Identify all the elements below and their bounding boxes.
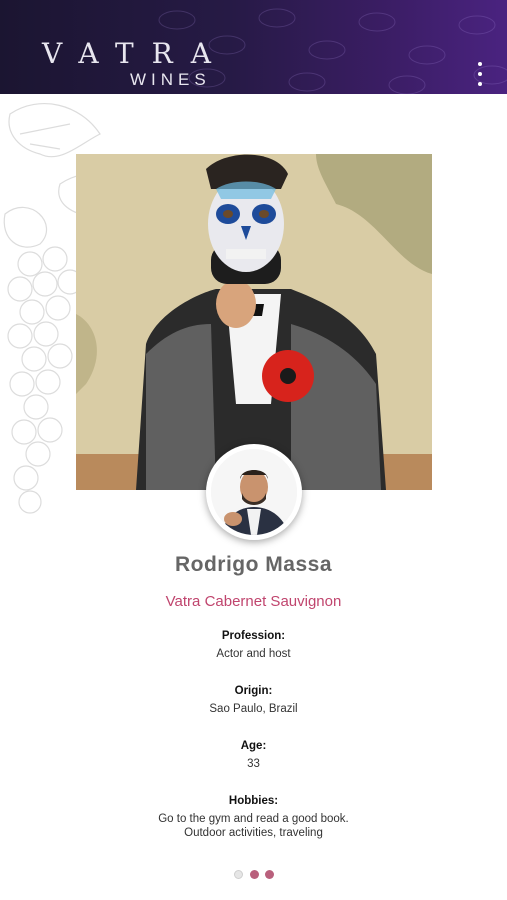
menu-dot	[478, 62, 482, 66]
profession-value: Actor and host	[216, 648, 291, 660]
logo-main-text: VATRA	[42, 37, 229, 70]
hobbies-label: Hobbies:	[228, 795, 279, 807]
age-field: Age: 33	[0, 740, 507, 771]
page-dot-3[interactable]	[265, 869, 274, 879]
age-label: Age:	[240, 740, 267, 752]
app-header: VATRA WINES	[0, 0, 507, 94]
person-name: Rodrigo Massa	[174, 553, 333, 576]
logo-sub-text: WINES	[130, 70, 211, 89]
page-dot-1[interactable]	[234, 869, 243, 879]
avatar[interactable]	[206, 444, 302, 540]
origin-label: Origin:	[234, 685, 273, 697]
hobbies-field: Hobbies: Go to the gym and read a good b…	[0, 795, 507, 840]
menu-dot	[478, 72, 482, 76]
hobbies-value: Go to the gym and read a good book. Outd…	[0, 812, 507, 840]
hobbies-line-1: Go to the gym and read a good book.	[158, 813, 349, 825]
avatar-photo	[211, 449, 297, 535]
vatra-wines-logo[interactable]: VATRA WINES	[42, 37, 229, 90]
more-vertical-icon[interactable]	[473, 62, 487, 86]
age-value: 33	[247, 758, 260, 770]
origin-value: Sao Paulo, Brazil	[209, 703, 298, 715]
page-dot-2[interactable]	[249, 869, 259, 879]
origin-field: Origin: Sao Paulo, Brazil	[0, 685, 507, 716]
profession-label: Profession:	[221, 630, 286, 642]
wine-name[interactable]: Vatra Cabernet Sauvignon	[0, 593, 507, 610]
hobbies-line-2: Outdoor activities, traveling	[184, 827, 323, 839]
hero-image	[76, 154, 432, 490]
pagination-dots	[234, 869, 274, 879]
profession-field: Profession: Actor and host	[0, 630, 507, 661]
menu-dot	[478, 82, 482, 86]
